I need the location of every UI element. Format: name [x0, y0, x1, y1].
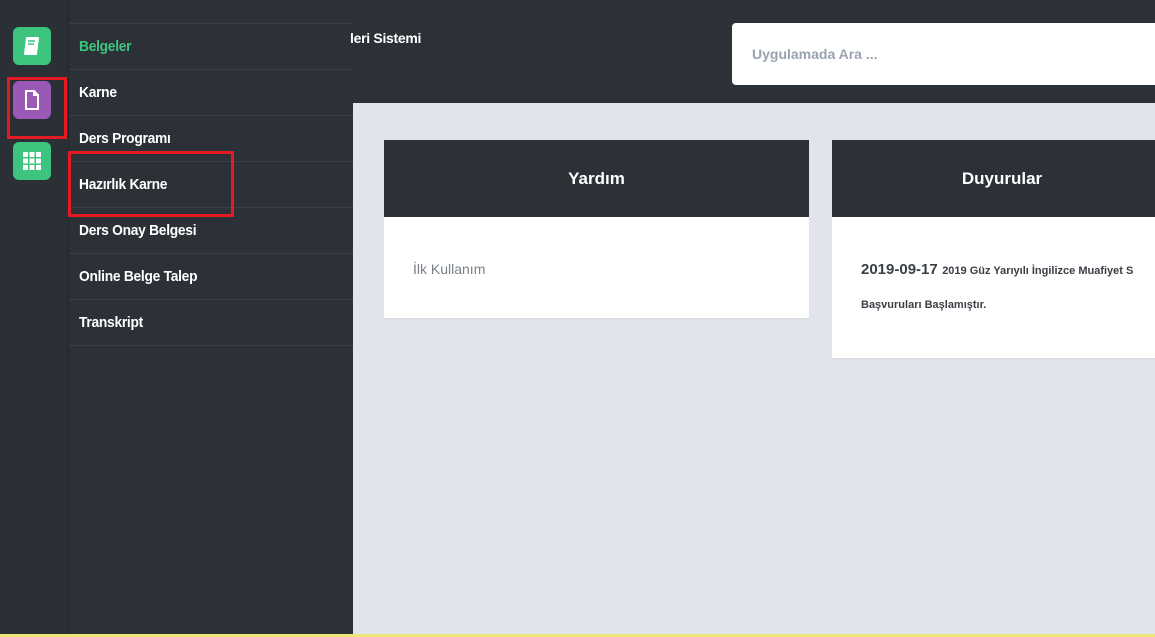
sidebar-item-label: Hazırlık Karne [79, 176, 168, 193]
sidebar-item-transkript[interactable]: Transkript [69, 300, 353, 346]
announcement-text: 2019 Güz Yarıyılı İngilizce Muafiyet S [942, 265, 1134, 277]
announcement-text-continued: Başvuruları Başlamıştır. [861, 299, 987, 311]
sidebar-item-label: Online Belge Talep [79, 268, 198, 285]
sidebar-item-label: Belgeler [79, 38, 132, 55]
menu-top-spacer [69, 0, 353, 24]
sidebar-item-label: Ders Programı [79, 130, 171, 147]
app-title: leri Sistemi [350, 30, 422, 46]
sidebar-item-ders-onay-belgesi[interactable]: Ders Onay Belgesi [69, 208, 353, 254]
sidebar-item-label: Karne [79, 84, 117, 101]
document-icon[interactable] [13, 81, 51, 119]
help-panel-title: Yardım [384, 140, 809, 217]
icon-rail [0, 0, 69, 637]
main-content: Yardım İlk Kullanım Duyurular 2019-09-17… [353, 103, 1155, 634]
book-icon[interactable] [13, 27, 51, 65]
sidebar-menu: Belgeler Karne Ders Programı Hazırlık Ka… [69, 0, 353, 637]
sidebar-item-karne[interactable]: Karne [69, 70, 353, 116]
search-input[interactable] [732, 23, 1155, 85]
sidebar-item-ders-programi[interactable]: Ders Programı [69, 116, 353, 162]
sidebar-item-hazirlik-karne[interactable]: Hazırlık Karne [69, 162, 353, 208]
sidebar-item-label: Transkript [79, 314, 143, 331]
sidebar-item-belgeler[interactable]: Belgeler [69, 24, 353, 70]
announcement-item[interactable]: 2019-09-17 2019 Güz Yarıyılı İngilizce M… [832, 217, 1155, 311]
grid-apps-icon[interactable] [13, 142, 51, 180]
announcement-date: 2019-09-17 [861, 261, 938, 278]
sidebar-item-online-belge-talep[interactable]: Online Belge Talep [69, 254, 353, 300]
top-header: leri Sistemi [350, 0, 1155, 103]
help-panel: Yardım İlk Kullanım [384, 140, 809, 318]
announcements-panel-title: Duyurular [832, 140, 1155, 217]
sidebar-item-label: Ders Onay Belgesi [79, 222, 197, 239]
first-use-link[interactable]: İlk Kullanım [413, 261, 485, 277]
announcements-panel: Duyurular 2019-09-17 2019 Güz Yarıyılı İ… [832, 140, 1155, 358]
